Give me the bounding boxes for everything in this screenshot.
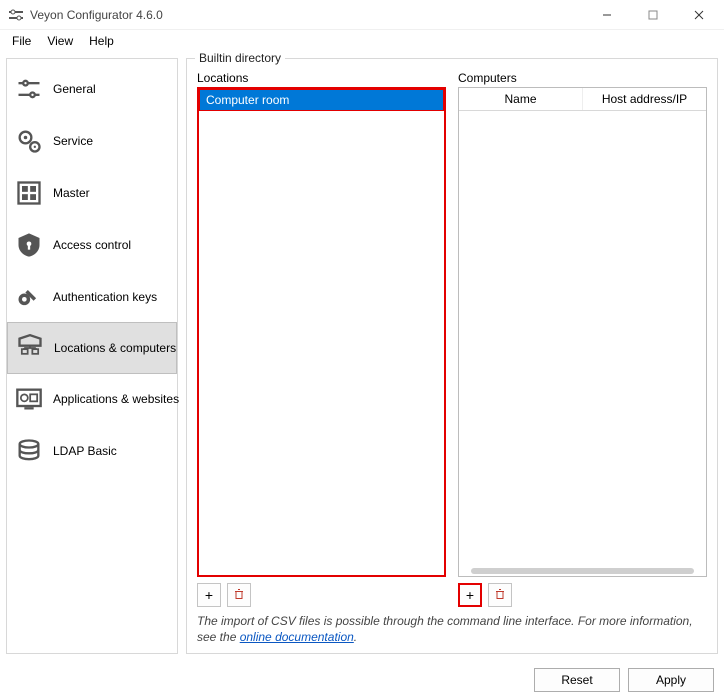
sliders-icon [15, 75, 43, 103]
sidebar-item-label: Locations & computers [54, 341, 176, 355]
sidebar-item-label: LDAP Basic [53, 444, 117, 458]
sidebar-item-locations-computers[interactable]: Locations & computers [7, 322, 177, 374]
locations-list[interactable]: Computer room [197, 87, 446, 577]
locations-label: Locations [197, 71, 446, 85]
minimize-button[interactable] [584, 0, 630, 29]
maximize-button[interactable] [630, 0, 676, 29]
delete-computer-button[interactable] [488, 583, 512, 607]
plus-icon: + [466, 587, 474, 603]
sidebar-item-auth-keys[interactable]: Authentication keys [7, 271, 177, 323]
trash-icon [233, 587, 245, 603]
menubar: File View Help [0, 30, 724, 52]
computers-header: Name Host address/IP [459, 88, 706, 111]
add-location-button[interactable]: + [197, 583, 221, 607]
reset-button[interactable]: Reset [534, 668, 620, 692]
titlebar: Veyon Configurator 4.6.0 [0, 0, 724, 30]
group-title: Builtin directory [195, 51, 285, 65]
menu-file[interactable]: File [4, 32, 39, 50]
column-name[interactable]: Name [459, 88, 583, 110]
csv-hint: The import of CSV files is possible thro… [197, 613, 707, 645]
grid-icon [15, 179, 43, 207]
horizontal-scrollbar[interactable] [471, 568, 694, 574]
location-item-selected[interactable]: Computer room [199, 89, 444, 111]
sidebar-item-ldap-basic[interactable]: LDAP Basic [7, 425, 177, 477]
menu-help[interactable]: Help [81, 32, 122, 50]
locations-column: Locations Computer room + [197, 71, 446, 607]
delete-location-button[interactable] [227, 583, 251, 607]
hint-text-suffix: . [354, 630, 357, 644]
sidebar-item-label: Master [53, 186, 90, 200]
sidebar-item-applications-websites[interactable]: Applications & websites [7, 373, 177, 425]
computers-label: Computers [458, 71, 707, 85]
column-host-address[interactable]: Host address/IP [583, 88, 706, 110]
sidebar-item-label: Access control [53, 238, 131, 252]
database-icon [15, 437, 43, 465]
shield-icon [15, 231, 43, 259]
network-icon [16, 334, 44, 362]
trash-icon [494, 587, 506, 603]
online-documentation-link[interactable]: online documentation [240, 630, 354, 644]
menu-view[interactable]: View [39, 32, 81, 50]
sidebar-item-access-control[interactable]: Access control [7, 219, 177, 271]
close-button[interactable] [676, 0, 722, 29]
sidebar-item-master[interactable]: Master [7, 167, 177, 219]
computers-column: Computers Name Host address/IP + [458, 71, 707, 607]
apps-icon [15, 385, 43, 413]
sidebar-item-label: Authentication keys [53, 290, 157, 304]
sidebar-item-label: Applications & websites [53, 392, 179, 406]
gears-icon [15, 127, 43, 155]
sidebar: General Service Master Access control Au… [6, 58, 178, 654]
app-icon [8, 7, 24, 23]
builtin-directory-group: Builtin directory Locations Computer roo… [186, 58, 718, 654]
computers-table[interactable]: Name Host address/IP [458, 87, 707, 577]
main-panel: Builtin directory Locations Computer roo… [186, 58, 718, 654]
sidebar-item-label: Service [53, 134, 93, 148]
add-computer-button[interactable]: + [458, 583, 482, 607]
window-controls [584, 0, 722, 29]
sidebar-item-service[interactable]: Service [7, 115, 177, 167]
apply-button[interactable]: Apply [628, 668, 714, 692]
sidebar-item-label: General [53, 82, 96, 96]
window-title: Veyon Configurator 4.6.0 [30, 8, 584, 22]
bottom-bar: Reset Apply [0, 660, 724, 700]
sidebar-item-general[interactable]: General [7, 63, 177, 115]
plus-icon: + [205, 587, 213, 603]
key-icon [15, 283, 43, 311]
